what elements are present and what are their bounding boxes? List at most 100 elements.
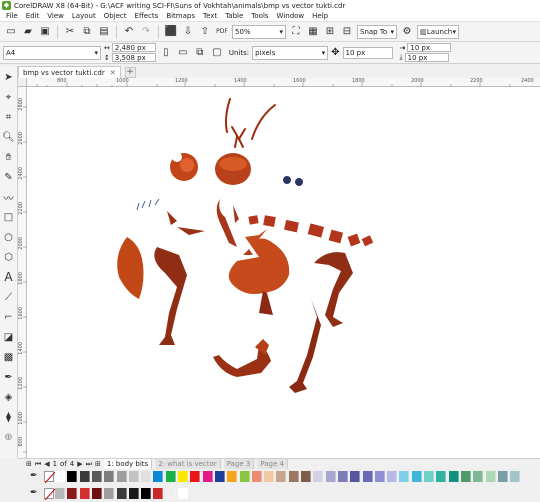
add-tool-icon[interactable]: ⊕: [2, 430, 16, 444]
eyedropper-tool-icon[interactable]: ✒: [2, 370, 16, 384]
color-swatch[interactable]: [473, 471, 484, 482]
cut-icon[interactable]: ✂: [63, 25, 77, 39]
undo-icon[interactable]: ↶: [122, 25, 136, 39]
horizontal-ruler[interactable]: 800 1000 1200 1400 1600 1800 2000 2200 2…: [27, 78, 540, 87]
color-swatch[interactable]: [104, 471, 115, 482]
menu-file[interactable]: File: [6, 12, 18, 20]
landscape-icon[interactable]: ▭: [176, 46, 190, 60]
no-color-swatch[interactable]: [44, 471, 56, 484]
drop-shadow-tool-icon[interactable]: ◪: [2, 330, 16, 344]
all-pages-icon[interactable]: ⧉: [193, 46, 207, 60]
color-swatch[interactable]: [288, 471, 299, 482]
color-swatch[interactable]: [399, 471, 410, 482]
snap-to-dropdown[interactable]: Snap To ▾: [357, 24, 397, 39]
color-swatch[interactable]: [104, 488, 115, 499]
color-swatch[interactable]: [510, 471, 521, 482]
menu-help[interactable]: Help: [312, 12, 328, 20]
full-screen-icon[interactable]: ⛶: [289, 25, 303, 39]
redo-icon[interactable]: ↷: [139, 25, 153, 39]
transparency-tool-icon[interactable]: ▩: [2, 350, 16, 364]
page-tab-4[interactable]: Page 4: [257, 459, 288, 469]
eyedropper-icon[interactable]: ✒: [30, 471, 38, 481]
last-page-icon[interactable]: ⏭: [86, 460, 92, 469]
color-swatch[interactable]: [165, 471, 176, 482]
color-swatch[interactable]: [79, 488, 90, 499]
no-color-swatch[interactable]: [44, 488, 56, 501]
import-icon[interactable]: ⇩: [181, 25, 195, 39]
menu-tools[interactable]: Tools: [251, 12, 268, 20]
color-swatch[interactable]: [239, 471, 250, 482]
color-swatch[interactable]: [67, 488, 78, 499]
rectangle-tool-icon[interactable]: □: [2, 210, 16, 224]
copy-icon[interactable]: ⧉: [80, 25, 94, 39]
first-page-icon[interactable]: ⏮: [35, 460, 41, 469]
color-swatch[interactable]: [178, 471, 188, 482]
zoom-level-select[interactable]: 50% ▾: [232, 24, 286, 39]
menu-object[interactable]: Object: [104, 12, 127, 20]
search-content-icon[interactable]: ⬛: [164, 25, 178, 39]
menu-text[interactable]: Text: [203, 12, 217, 20]
rulers-icon[interactable]: ▦: [306, 25, 320, 39]
menu-edit[interactable]: Edit: [26, 12, 40, 20]
drawing-canvas[interactable]: [27, 87, 540, 458]
color-swatch[interactable]: [128, 488, 139, 499]
color-swatch[interactable]: [202, 471, 213, 482]
smart-fill-tool-icon[interactable]: ⧫: [2, 410, 16, 424]
document-tab[interactable]: bmp vs vector tukti.cdr ✕: [18, 66, 121, 78]
interactive-fill-tool-icon[interactable]: ◈: [2, 390, 16, 404]
color-swatch[interactable]: [387, 471, 398, 482]
color-swatch[interactable]: [436, 471, 447, 482]
color-swatch[interactable]: [264, 471, 275, 482]
color-swatch[interactable]: [460, 471, 471, 482]
color-swatch[interactable]: [178, 488, 188, 499]
color-swatch[interactable]: [485, 471, 496, 482]
color-swatch[interactable]: [337, 471, 348, 482]
add-page-after-icon[interactable]: ⊞: [95, 460, 101, 468]
text-tool-icon[interactable]: A: [2, 270, 16, 284]
launch-dropdown[interactable]: ▥ Launch ▾: [417, 24, 459, 39]
color-swatch[interactable]: [411, 471, 422, 482]
color-swatch[interactable]: [227, 471, 238, 482]
portrait-icon[interactable]: ▯: [159, 46, 173, 60]
color-swatch[interactable]: [214, 471, 225, 482]
connector-tool-icon[interactable]: ⌐: [2, 310, 16, 324]
pick-tool-icon[interactable]: ➤: [2, 70, 16, 84]
freehand-tool-icon[interactable]: ✎: [2, 170, 16, 184]
menu-table[interactable]: Table: [225, 12, 243, 20]
page-tab-1[interactable]: 1: body bits: [103, 459, 153, 469]
page-height-field[interactable]: 3,508 px: [111, 53, 156, 62]
color-swatch[interactable]: [153, 471, 164, 482]
menu-view[interactable]: View: [47, 12, 64, 20]
color-swatch[interactable]: [251, 471, 262, 482]
color-swatch[interactable]: [190, 471, 201, 482]
color-swatch[interactable]: [141, 488, 152, 499]
add-page-icon[interactable]: ⊞: [26, 460, 32, 468]
color-swatch[interactable]: [91, 488, 102, 499]
color-swatch[interactable]: [116, 471, 127, 482]
menu-window[interactable]: Window: [277, 12, 305, 20]
color-swatch[interactable]: [55, 488, 65, 499]
color-swatch[interactable]: [424, 471, 434, 482]
ellipse-tool-icon[interactable]: ○: [2, 230, 16, 244]
page-size-select[interactable]: A4 ▾: [3, 45, 101, 60]
artistic-media-tool-icon[interactable]: 〰: [2, 190, 16, 205]
menu-layout[interactable]: Layout: [72, 12, 96, 20]
page-width-field[interactable]: 2,480 px: [111, 43, 156, 52]
ruler-origin[interactable]: [18, 78, 27, 87]
color-swatch[interactable]: [67, 471, 78, 482]
menu-effects[interactable]: Effects: [135, 12, 159, 20]
color-swatch[interactable]: [374, 471, 385, 482]
eyedropper-icon[interactable]: ✒: [30, 488, 38, 498]
duplicate-y-field[interactable]: 10 px: [404, 53, 449, 62]
nudge-distance-field[interactable]: 10 px: [342, 46, 393, 59]
polygon-tool-icon[interactable]: ⬡: [2, 250, 16, 264]
previous-page-icon[interactable]: ◀: [44, 460, 49, 468]
options-gear-icon[interactable]: ⚙: [400, 25, 414, 39]
units-select[interactable]: pixels ▾: [252, 45, 329, 60]
new-tab-icon[interactable]: +: [124, 67, 136, 78]
publish-pdf-icon[interactable]: PDF: [215, 25, 229, 39]
color-swatch[interactable]: [141, 471, 152, 482]
open-folder-icon[interactable]: ▰: [21, 25, 35, 39]
paste-icon[interactable]: ▤: [97, 25, 111, 39]
duplicate-x-field[interactable]: 10 px: [407, 43, 452, 52]
